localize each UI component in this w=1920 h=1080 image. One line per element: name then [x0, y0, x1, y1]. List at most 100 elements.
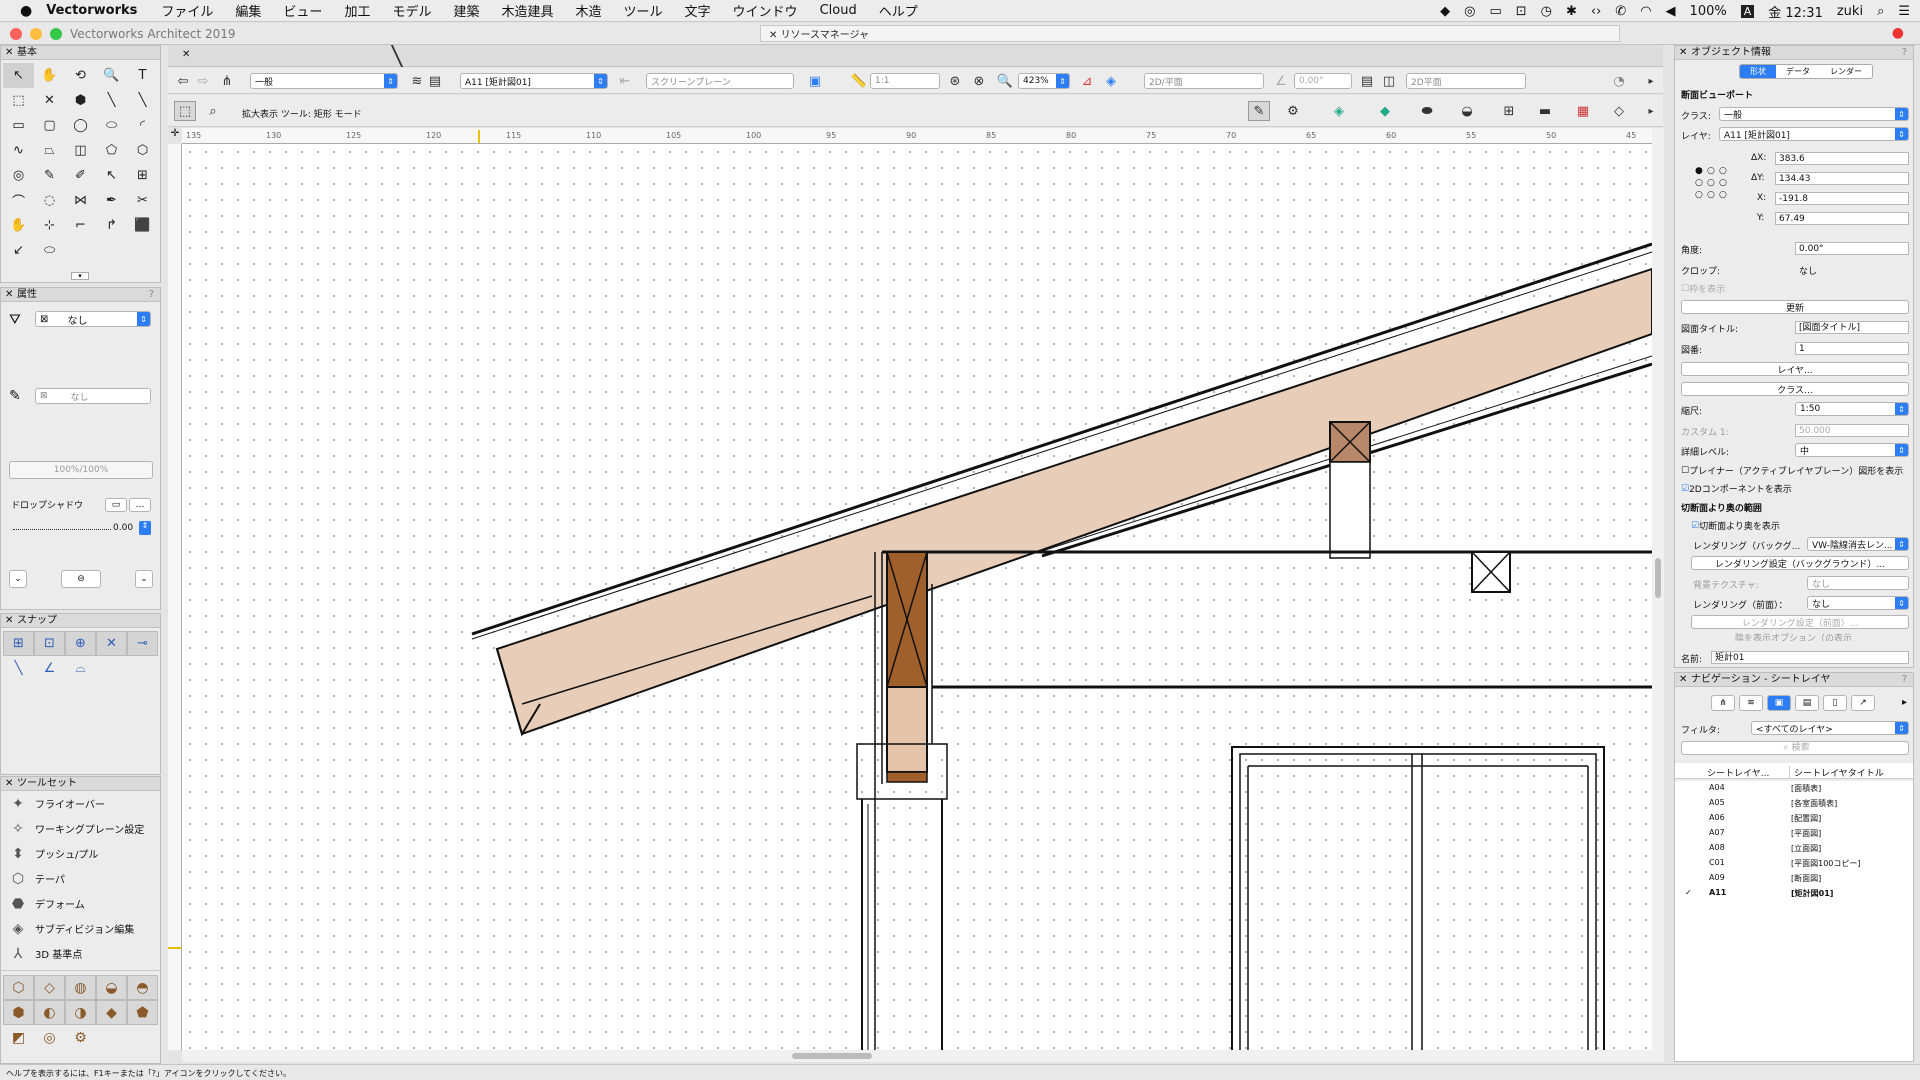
- more-options-text[interactable]: 陰を表示オプション（の表示: [1735, 633, 1852, 642]
- ruler-origin-icon[interactable]: ✛: [168, 128, 182, 144]
- drawing-number-field[interactable]: 1: [1795, 342, 1909, 355]
- snap-toggle-icon[interactable]: ╲: [3, 656, 34, 681]
- render-background-select[interactable]: VW-陰線消去レン... ⇕: [1807, 537, 1909, 551]
- volume-icon[interactable]: ◀: [1666, 4, 1676, 19]
- checkbox-icon[interactable]: ☐: [1681, 466, 1689, 476]
- arrow-start-select[interactable]: ⌄: [9, 570, 27, 588]
- ruler-icon[interactable]: 📏: [848, 71, 870, 91]
- user-name[interactable]: zuki: [1837, 4, 1863, 19]
- sheet-layer-row[interactable]: A04 [面積表]: [1675, 781, 1913, 796]
- ref-point[interactable]: ○: [1695, 190, 1707, 202]
- sheet-layer-row[interactable]: A06 [配置図]: [1675, 811, 1913, 826]
- collapse-handle[interactable]: ▾: [71, 272, 89, 280]
- render-foreground-select[interactable]: なし ⇕: [1807, 596, 1909, 610]
- tab-data[interactable]: データ: [1776, 65, 1820, 78]
- line-style-sample[interactable]: [13, 529, 111, 530]
- drawing-title-field[interactable]: [図面タイトル]: [1795, 321, 1909, 334]
- zoom-icon[interactable]: 🔍: [994, 71, 1016, 91]
- menu-wood-fittings[interactable]: 木造建具: [501, 1, 553, 20]
- basic-tool[interactable]: ▢: [34, 113, 65, 138]
- nav-references-button[interactable]: ↗: [1851, 695, 1875, 711]
- modebar-more-icon[interactable]: ▸: [1640, 101, 1662, 121]
- custom-scale-field[interactable]: 50.000: [1795, 424, 1909, 437]
- active-class-select[interactable]: 一般 ⇕: [250, 73, 398, 89]
- basic-tool[interactable]: ↖: [3, 63, 34, 88]
- wall-join-icon[interactable]: ◈: [1328, 101, 1350, 121]
- render-icon[interactable]: ◔: [1608, 71, 1630, 91]
- toolset-item[interactable]: ✦ フライオーバー: [1, 791, 160, 816]
- nav-design-layers-button[interactable]: ≋: [1739, 695, 1763, 711]
- basic-tool[interactable]: ⬭: [34, 238, 65, 263]
- basic-tool[interactable]: ⬢: [65, 88, 96, 113]
- checkbox-icon[interactable]: ☐: [1681, 284, 1689, 294]
- dropshadow-toggle[interactable]: ▭: [105, 498, 127, 512]
- checkbox-checked-icon[interactable]: ☑: [1681, 484, 1689, 494]
- toolset-grid-icon[interactable]: ◐: [34, 1000, 65, 1025]
- layer-options-icon[interactable]: ▤: [424, 71, 446, 91]
- drawing-canvas[interactable]: [182, 144, 1652, 1050]
- tab-render[interactable]: レンダー: [1820, 65, 1872, 78]
- menu-window[interactable]: ウインドウ: [733, 1, 798, 20]
- column-header-title[interactable]: シートレイヤタイトル: [1789, 766, 1884, 779]
- toolset-grid-icon[interactable]: ⚙: [65, 1025, 96, 1050]
- section-drawing[interactable]: [182, 144, 1652, 1050]
- line-weight-stepper[interactable]: ⇕: [139, 521, 151, 535]
- nav-saved-views-button[interactable]: ▯: [1823, 695, 1847, 711]
- toolset-item[interactable]: ⬡ テーパ: [1, 866, 160, 891]
- view-drawing-icon[interactable]: ⊗: [968, 71, 990, 91]
- update-button[interactable]: 更新: [1681, 300, 1909, 314]
- close-icon[interactable]: ✕: [1679, 673, 1687, 687]
- basic-tool[interactable]: ◯: [65, 113, 96, 138]
- toolset-item[interactable]: ◈ サブディビジョン編集: [1, 916, 160, 941]
- basic-tool[interactable]: 🔍: [96, 63, 127, 88]
- detail-level-select[interactable]: 中 ⇕: [1795, 443, 1909, 457]
- surface-icon[interactable]: ⬬: [1416, 101, 1438, 121]
- menu-cloud[interactable]: Cloud: [820, 3, 857, 18]
- basic-tool[interactable]: ⊞: [127, 163, 158, 188]
- basic-tool[interactable]: ⌐: [65, 213, 96, 238]
- dy-field[interactable]: 134.43: [1775, 172, 1909, 185]
- minimize-window-button[interactable]: [30, 28, 42, 40]
- creative-cloud-icon[interactable]: ◎: [1464, 4, 1475, 19]
- snap-toggle-icon[interactable]: ⊕: [65, 631, 96, 656]
- basic-tool[interactable]: ↙: [3, 238, 34, 263]
- basic-tool[interactable]: ◜: [127, 113, 158, 138]
- wifi-icon[interactable]: ◠: [1640, 4, 1651, 19]
- basic-tool[interactable]: T: [127, 63, 158, 88]
- basic-tool[interactable]: ✋: [34, 63, 65, 88]
- basic-tool[interactable]: ⏢: [34, 138, 65, 163]
- toolset-grid-icon[interactable]: ◎: [34, 1025, 65, 1050]
- time-machine-icon[interactable]: ◷: [1541, 4, 1552, 19]
- toolset-grid-icon[interactable]: ◓: [127, 975, 158, 1000]
- scale-field[interactable]: 1:1: [870, 73, 940, 89]
- hatch-icon[interactable]: ▬: [1534, 101, 1556, 121]
- page-boundary-icon[interactable]: ⊿: [1076, 71, 1098, 91]
- close-window-button[interactable]: [10, 28, 22, 40]
- clock[interactable]: 金 12:31: [1768, 2, 1823, 21]
- basic-tool[interactable]: ⊹: [34, 213, 65, 238]
- view-select[interactable]: 2D/平面: [1144, 73, 1264, 89]
- class-tree-icon[interactable]: ⋔: [216, 71, 238, 91]
- menu-list-icon[interactable]: ☰: [1898, 4, 1910, 19]
- checkbox-checked-icon[interactable]: ☑: [1691, 521, 1699, 531]
- sheet-layer-row[interactable]: A08 [立面図]: [1675, 841, 1913, 856]
- resource-manager-title[interactable]: ✕ リソースマネージャ: [760, 25, 1620, 42]
- toolset-grid-icon[interactable]: ⬟: [127, 1000, 158, 1025]
- basic-tool[interactable]: ⬭: [96, 113, 127, 138]
- angle-field[interactable]: 0.00°: [1294, 73, 1352, 89]
- toolset-grid-icon[interactable]: ⬢: [3, 1000, 34, 1025]
- arrow-end-select[interactable]: ⌄: [135, 570, 153, 588]
- close-icon[interactable]: ✕: [5, 288, 13, 302]
- components-2d-checkbox[interactable]: ☑ 2Dコンポーネントを表示: [1681, 482, 1792, 496]
- menu-architect[interactable]: 建築: [453, 1, 479, 20]
- forward-icon[interactable]: ⇨: [192, 71, 214, 91]
- tab-shape[interactable]: 形状: [1740, 65, 1776, 78]
- name-field[interactable]: 矩計01: [1711, 651, 1909, 664]
- nav-more-icon[interactable]: ▸: [1902, 697, 1907, 708]
- settings-gear-icon[interactable]: ⚙: [1282, 101, 1304, 121]
- snap-toggle-icon[interactable]: ✕: [96, 631, 127, 656]
- scale-select[interactable]: 1:50 ⇕: [1795, 402, 1909, 416]
- ref-point[interactable]: ○: [1707, 178, 1719, 190]
- ref-point[interactable]: ○: [1719, 178, 1731, 190]
- layers-button[interactable]: レイヤ...: [1681, 362, 1909, 376]
